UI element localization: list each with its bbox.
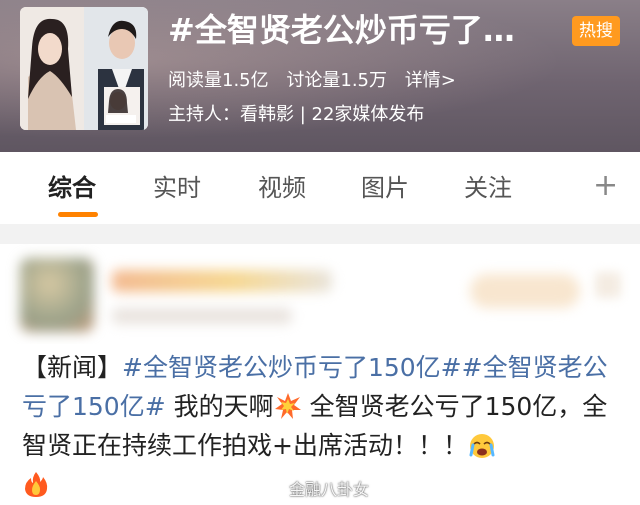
topic-thumbnail[interactable] <box>20 7 148 130</box>
blurred-author-area <box>0 244 640 344</box>
post-meta-blurred <box>112 308 292 324</box>
collision-emoji-icon <box>274 392 302 420</box>
topic-header: #全智贤老公炒币亏了… 热搜 阅读量1.5亿 讨论量1.5万 详情> 主持人：看… <box>0 0 640 152</box>
watermark-text: 金融八卦女 <box>289 480 370 499</box>
read-count: 阅读量1.5亿 <box>168 70 269 91</box>
topic-thumbnail-photo <box>20 7 148 130</box>
follow-button-blurred[interactable] <box>470 274 580 308</box>
topic-stats: 阅读量1.5亿 讨论量1.5万 详情> <box>168 66 456 96</box>
discuss-count: 讨论量1.5万 <box>286 70 388 91</box>
host-info[interactable]: 主持人：看韩影 | 22家媒体发布 <box>168 100 424 130</box>
more-options-blurred[interactable] <box>595 272 621 298</box>
post-card: 【新闻】#全智贤老公炒币亏了150亿##全智贤老公亏了150亿# 我的天啊 全智… <box>0 244 640 505</box>
watermark: 金融八卦女 <box>262 478 369 502</box>
topic-tabs: 综合 实时 视频 图片 关注 + <box>0 152 640 224</box>
details-link[interactable]: 详情> <box>405 70 456 91</box>
hot-badge: 热搜 <box>572 16 620 46</box>
tab-following[interactable]: 关注 <box>464 172 512 204</box>
author-name-blurred[interactable] <box>112 270 332 292</box>
topic-link-1[interactable]: #全智贤老公炒币亏了150亿# <box>122 353 462 382</box>
post-prefix: 【新闻】 <box>22 353 123 382</box>
add-tab-icon[interactable]: + <box>593 168 618 204</box>
tab-video[interactable]: 视频 <box>258 172 306 204</box>
author-avatar[interactable] <box>20 258 94 332</box>
post-text-1: 我的天啊 <box>165 392 274 421</box>
weibo-logo-icon <box>262 480 286 498</box>
tab-pictures[interactable]: 图片 <box>361 172 409 204</box>
active-tab-indicator <box>58 212 98 217</box>
topic-hashtag-title: #全智贤老公炒币亏了… <box>168 11 515 49</box>
section-divider <box>0 224 640 244</box>
tab-comprehensive[interactable]: 综合 <box>48 172 96 204</box>
tab-realtime[interactable]: 实时 <box>153 172 201 204</box>
fire-emoji-icon <box>22 470 50 498</box>
crying-face-emoji-icon <box>468 431 496 459</box>
